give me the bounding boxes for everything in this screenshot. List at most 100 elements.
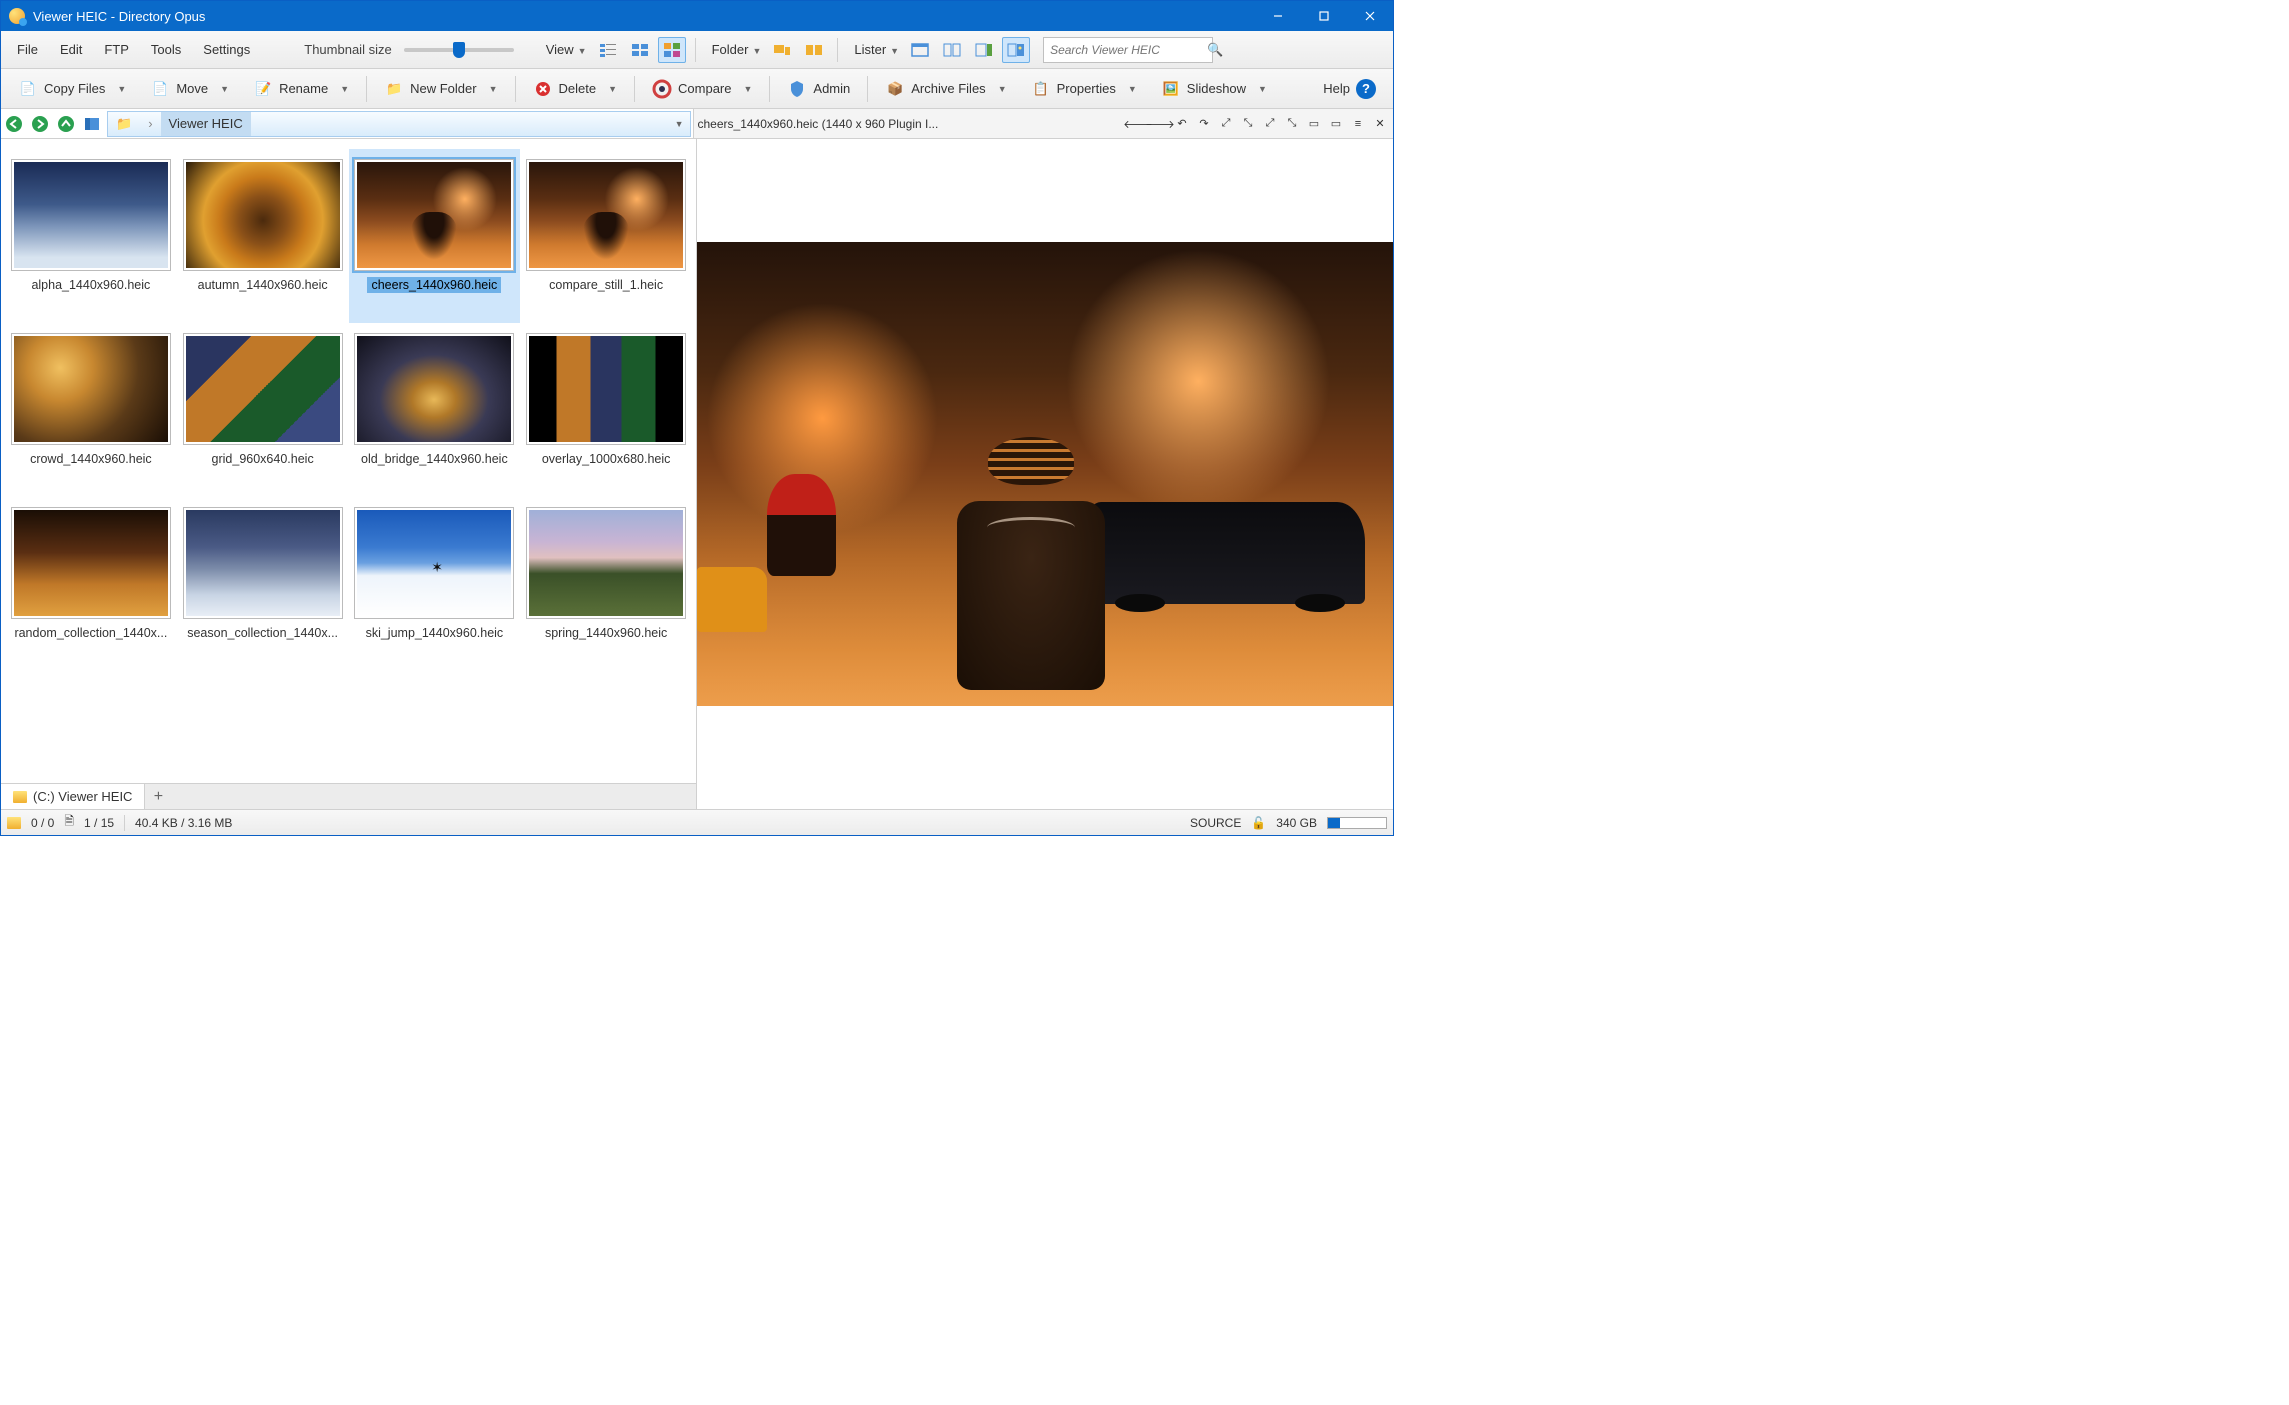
breadcrumb[interactable]: 📁 › Viewer HEIC ▼ <box>107 111 691 137</box>
help-button[interactable]: Help? <box>1312 74 1387 104</box>
menu-edit[interactable]: Edit <box>50 36 92 63</box>
view-details-icon[interactable] <box>594 37 622 63</box>
thumbnail-item[interactable]: cheers_1440x960.heic <box>349 149 521 323</box>
lister-single-icon[interactable] <box>906 37 934 63</box>
close-button[interactable] <box>1347 1 1393 31</box>
rename-button[interactable]: 📝Rename▼ <box>242 74 360 104</box>
viewer-next-button[interactable]: 🡒 <box>1151 115 1169 133</box>
viewer-fullscreen-button[interactable]: ▭ <box>1305 115 1323 133</box>
folder-icon <box>13 791 27 803</box>
viewer-zoom-fit-button[interactable]: ⤡ <box>1283 115 1301 133</box>
viewer-close-button[interactable]: ✕ <box>1371 115 1389 133</box>
admin-button[interactable]: Admin <box>776 74 861 104</box>
minimize-button[interactable] <box>1255 1 1301 31</box>
copy-files-button[interactable]: 📄Copy Files▼ <box>7 74 137 104</box>
folder-menu[interactable]: Folder▼ <box>712 42 762 57</box>
move-icon: 📄 <box>150 79 170 99</box>
maximize-button[interactable] <box>1301 1 1347 31</box>
viewer-zoom-in-button[interactable]: ⤢ <box>1217 115 1235 133</box>
thumbnail-image <box>354 507 514 619</box>
archive-button[interactable]: 📦Archive Files▼ <box>874 74 1017 104</box>
menu-ftp[interactable]: FTP <box>94 36 139 63</box>
search-input[interactable] <box>1050 43 1207 57</box>
lister-viewerpane-icon[interactable] <box>1002 37 1030 63</box>
delete-button[interactable]: Delete▼ <box>522 74 629 104</box>
lister-metapane-icon[interactable] <box>970 37 998 63</box>
move-button[interactable]: 📄Move▼ <box>139 74 240 104</box>
menu-tools[interactable]: Tools <box>141 36 191 63</box>
menu-file[interactable]: File <box>7 36 48 63</box>
lister-menu[interactable]: Lister▼ <box>854 42 899 57</box>
search-box[interactable]: 🔍 <box>1043 37 1213 63</box>
thumbnail-item[interactable]: alpha_1440x960.heic <box>5 149 177 323</box>
status-size: 40.4 KB / 3.16 MB <box>135 816 232 830</box>
folder-tab[interactable]: (C:) Viewer HEIC <box>1 784 145 809</box>
thumbnail-item[interactable]: overlay_1000x680.heic <box>520 323 692 497</box>
thumbnail-image <box>11 507 171 619</box>
nav-up-button[interactable] <box>53 111 79 137</box>
nav-forward-button[interactable] <box>27 111 53 137</box>
view-menu[interactable]: View▼ <box>546 42 587 57</box>
thumbnail-label: ski_jump_1440x960.heic <box>362 625 508 641</box>
nav-tree-toggle[interactable] <box>79 111 105 137</box>
app-icon <box>9 8 25 24</box>
status-selection: 0 / 0 <box>31 816 54 830</box>
thumbnail-label: season_collection_1440x... <box>183 625 342 641</box>
thumbnail-image <box>354 333 514 445</box>
thumbnail-item[interactable]: random_collection_1440x... <box>5 497 177 671</box>
viewer-image <box>697 242 1393 706</box>
compare-button[interactable]: Compare▼ <box>641 74 763 104</box>
status-bar: 0 / 0 🗎 1 / 15 40.4 KB / 3.16 MB SOURCE … <box>1 809 1393 835</box>
folder-icon: 📁 <box>116 116 132 132</box>
viewer-grow-button[interactable]: ▭ <box>1327 115 1345 133</box>
thumbnail-item[interactable]: autumn_1440x960.heic <box>177 149 349 323</box>
thumbnail-item[interactable]: grid_960x640.heic <box>177 323 349 497</box>
thumbnail-label: old_bridge_1440x960.heic <box>357 451 512 467</box>
thumbnail-item[interactable]: spring_1440x960.heic <box>520 497 692 671</box>
thumbnail-label: random_collection_1440x... <box>10 625 171 641</box>
thumbnail-item[interactable]: season_collection_1440x... <box>177 497 349 671</box>
viewer-zoom-out-button[interactable]: ⤡ <box>1239 115 1257 133</box>
thumbnail-item[interactable]: compare_still_1.heic <box>520 149 692 323</box>
thumbnail-image <box>11 159 171 271</box>
new-folder-icon: 📁 <box>384 79 404 99</box>
slideshow-button[interactable]: 🖼️Slideshow▼ <box>1150 74 1278 104</box>
viewer-header: cheers_1440x960.heic (1440 x 960 Plugin … <box>694 109 1394 138</box>
thumbnail-grid[interactable]: alpha_1440x960.heicautumn_1440x960.heicc… <box>1 139 696 783</box>
thumbnail-label: cheers_1440x960.heic <box>367 277 501 293</box>
thumbnail-item[interactable]: crowd_1440x960.heic <box>5 323 177 497</box>
folder-tree-icon[interactable] <box>768 37 796 63</box>
thumbnail-label: alpha_1440x960.heic <box>27 277 154 293</box>
thumbnail-item[interactable]: ski_jump_1440x960.heic <box>349 497 521 671</box>
new-tab-button[interactable]: + <box>145 784 171 809</box>
breadcrumb-root[interactable]: 📁 <box>108 112 140 136</box>
new-folder-button[interactable]: 📁New Folder▼ <box>373 74 508 104</box>
nav-back-button[interactable] <box>1 111 27 137</box>
view-list-icon[interactable] <box>626 37 654 63</box>
slideshow-icon: 🖼️ <box>1161 79 1181 99</box>
view-thumbnails-icon[interactable] <box>658 37 686 63</box>
folder-dual-icon[interactable] <box>800 37 828 63</box>
thumbnail-label: compare_still_1.heic <box>545 277 667 293</box>
thumbsize-slider[interactable] <box>404 48 514 52</box>
rename-icon: 📝 <box>253 79 273 99</box>
viewer-menu-button[interactable]: ≡ <box>1349 115 1367 133</box>
viewer-pane[interactable] <box>697 139 1393 809</box>
thumbnail-label: autumn_1440x960.heic <box>194 277 332 293</box>
delete-icon <box>533 79 553 99</box>
thumbnail-item[interactable]: old_bridge_1440x960.heic <box>349 323 521 497</box>
thumbnail-image <box>526 507 686 619</box>
viewer-rotate-ccw-button[interactable]: ↶ <box>1173 115 1191 133</box>
breadcrumb-current[interactable]: Viewer HEIC <box>161 112 251 136</box>
thumbnail-image <box>11 333 171 445</box>
viewer-zoom-100-button[interactable]: ⤢ <box>1261 115 1279 133</box>
compare-icon <box>652 79 672 99</box>
search-icon[interactable]: 🔍 <box>1207 42 1223 58</box>
menu-settings[interactable]: Settings <box>193 36 260 63</box>
properties-button[interactable]: 📋Properties▼ <box>1020 74 1148 104</box>
lister-dual-icon[interactable] <box>938 37 966 63</box>
thumbnail-image <box>526 333 686 445</box>
viewer-rotate-cw-button[interactable]: ↷ <box>1195 115 1213 133</box>
status-disk-bar <box>1327 817 1387 829</box>
breadcrumb-dropdown[interactable]: ▼ <box>675 119 690 129</box>
